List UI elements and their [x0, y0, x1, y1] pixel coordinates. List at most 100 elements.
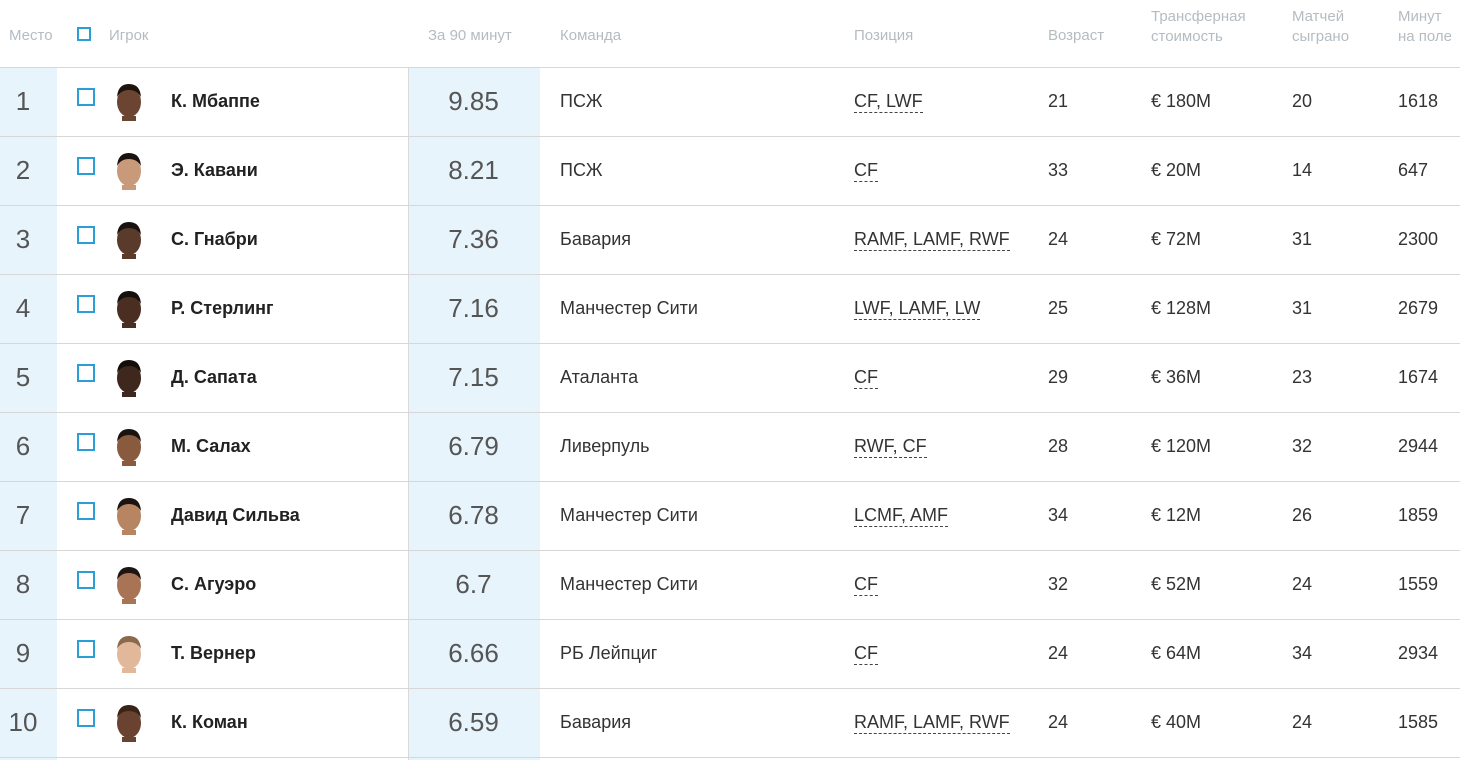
player-name[interactable]: С. Агуэро: [171, 550, 256, 618]
rank-number: 1: [15, 86, 31, 116]
position-cell[interactable]: CF: [854, 136, 878, 204]
player-select-checkbox[interactable]: [77, 433, 95, 451]
avatar-neck: [122, 461, 136, 466]
position-text[interactable]: CF: [854, 160, 878, 182]
player-name[interactable]: С. Гнабри: [171, 205, 258, 273]
player-select-checkbox[interactable]: [77, 502, 95, 520]
header-player[interactable]: Игрок: [109, 26, 149, 46]
table-row[interactable]: 10 К. Коман 6.59 Бавария RAMF, LAMF, RWF…: [0, 688, 1460, 758]
player-name[interactable]: М. Салах: [171, 412, 251, 480]
avatar-neck: [122, 392, 136, 397]
header-per90[interactable]: За 90 минут: [428, 26, 512, 46]
header-age[interactable]: Возраст: [1048, 26, 1104, 46]
player-avatar[interactable]: [113, 219, 145, 259]
player-avatar[interactable]: [113, 495, 145, 535]
position-text[interactable]: RAMF, LAMF, RWF: [854, 229, 1010, 251]
player-select-checkbox[interactable]: [77, 295, 95, 313]
per90-value: 7.16: [448, 293, 499, 323]
matches-played: 23: [1292, 367, 1313, 387]
table-row[interactable]: 9 Т. Вернер 6.66 РБ Лейпциг CF 24 € 64M …: [0, 619, 1460, 689]
header-position[interactable]: Позиция: [854, 26, 913, 46]
table-row[interactable]: 6 М. Салах 6.79 Ливерпуль RWF, CF 28 € 1…: [0, 412, 1460, 482]
header-minutes[interactable]: Минут на поле: [1398, 7, 1452, 47]
per90-value: 8.21: [448, 155, 499, 185]
player-name[interactable]: Р. Стерлинг: [171, 274, 274, 342]
position-cell[interactable]: LWF, LAMF, LW: [854, 274, 981, 342]
position-text[interactable]: RWF, CF: [854, 436, 927, 458]
player-name[interactable]: Д. Сапата: [171, 343, 257, 411]
transfer-value: € 128M: [1151, 298, 1212, 318]
player-select-checkbox[interactable]: [77, 157, 95, 175]
player-name[interactable]: Т. Вернер: [171, 619, 256, 687]
player-name[interactable]: Э. Кавани: [171, 136, 258, 204]
transfer-value: € 40M: [1151, 712, 1202, 732]
position-cell[interactable]: CF, LWF: [854, 67, 923, 135]
player-select-checkbox[interactable]: [77, 88, 95, 106]
position-cell[interactable]: CF: [854, 550, 878, 618]
table-row[interactable]: 1 К. Мбаппе 9.85 ПСЖ CF, LWF 21 € 180M 2…: [0, 67, 1460, 137]
table-row[interactable]: 3 С. Гнабри 7.36 Бавария RAMF, LAMF, RWF…: [0, 205, 1460, 275]
player-avatar[interactable]: [113, 564, 145, 604]
position-text[interactable]: CF: [854, 367, 878, 389]
matches-played: 31: [1292, 298, 1313, 318]
table-row[interactable]: 4 Р. Стерлинг 7.16 Манчестер Сити LWF, L…: [0, 274, 1460, 344]
header-team[interactable]: Команда: [560, 26, 621, 46]
per90-value: 9.85: [448, 86, 499, 116]
position-cell[interactable]: CF: [854, 619, 878, 687]
player-avatar[interactable]: [113, 426, 145, 466]
per90-value: 6.59: [448, 707, 499, 737]
player-avatar[interactable]: [113, 288, 145, 328]
rank-number: 8: [15, 569, 31, 599]
header-value[interactable]: Трансферная стоимость: [1151, 7, 1246, 47]
position-text[interactable]: CF, LWF: [854, 91, 923, 113]
player-name[interactable]: К. Мбаппе: [171, 67, 260, 135]
player-avatar[interactable]: [113, 633, 145, 673]
position-cell[interactable]: CF: [854, 343, 878, 411]
table-row[interactable]: 5 Д. Сапата 7.15 Аталанта CF 29 € 36M 23…: [0, 343, 1460, 413]
header-matches-line2: сыграно: [1292, 28, 1350, 45]
player-select-checkbox[interactable]: [77, 571, 95, 589]
minutes-played: 647: [1398, 160, 1429, 180]
position-text[interactable]: RAMF, LAMF, RWF: [854, 712, 1010, 734]
rank-number: 6: [15, 431, 31, 461]
transfer-value: € 120M: [1151, 436, 1212, 456]
header-rank[interactable]: Место: [9, 26, 53, 46]
header-matches[interactable]: Матчей сыграно: [1292, 7, 1349, 47]
table-row[interactable]: 8 С. Агуэро 6.7 Манчестер Сити CF 32 € 5…: [0, 550, 1460, 620]
table-row[interactable]: 7 Давид Сильва 6.78 Манчестер Сити LCMF,…: [0, 481, 1460, 551]
table-header: Место Игрок За 90 минут Команда Позиция …: [0, 0, 1460, 68]
minutes-played: 1859: [1398, 505, 1439, 525]
age-value: 32: [1048, 574, 1069, 594]
player-avatar[interactable]: [113, 81, 145, 121]
minutes-played: 1618: [1398, 91, 1439, 111]
player-name[interactable]: Давид Сильва: [171, 481, 300, 549]
table-row[interactable]: 2 Э. Кавани 8.21 ПСЖ CF 33 € 20M 14 647: [0, 136, 1460, 206]
team-name: ПСЖ: [560, 91, 603, 111]
rank-number: 2: [15, 155, 31, 185]
avatar-neck: [122, 116, 136, 121]
player-select-checkbox[interactable]: [77, 709, 95, 727]
position-cell[interactable]: RWF, CF: [854, 412, 927, 480]
per90-value: 6.7: [455, 569, 492, 599]
team-name: Ливерпуль: [560, 436, 650, 456]
select-all-checkbox[interactable]: [77, 27, 91, 41]
position-cell[interactable]: LCMF, AMF: [854, 481, 949, 549]
age-value: 28: [1048, 436, 1069, 456]
age-value: 25: [1048, 298, 1069, 318]
position-text[interactable]: LWF, LAMF, LW: [854, 298, 981, 320]
player-select-checkbox[interactable]: [77, 226, 95, 244]
age-value: 24: [1048, 712, 1069, 732]
position-text[interactable]: CF: [854, 643, 878, 665]
per90-value: 6.66: [448, 638, 499, 668]
position-cell[interactable]: RAMF, LAMF, RWF: [854, 688, 1010, 756]
position-text[interactable]: CF: [854, 574, 878, 596]
player-select-checkbox[interactable]: [77, 640, 95, 658]
player-select-checkbox[interactable]: [77, 364, 95, 382]
player-avatar[interactable]: [113, 357, 145, 397]
player-avatar[interactable]: [113, 702, 145, 742]
avatar-neck: [122, 599, 136, 604]
position-text[interactable]: LCMF, AMF: [854, 505, 949, 527]
player-avatar[interactable]: [113, 150, 145, 190]
position-cell[interactable]: RAMF, LAMF, RWF: [854, 205, 1010, 273]
player-name[interactable]: К. Коман: [171, 688, 248, 756]
